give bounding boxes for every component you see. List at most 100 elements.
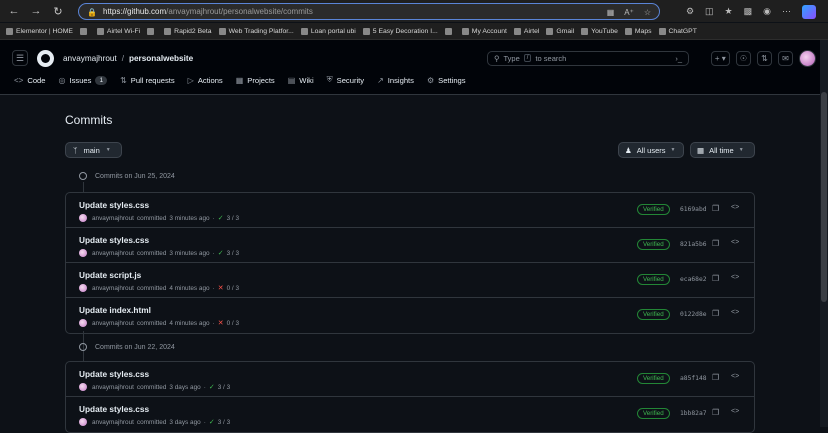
browse-code-icon[interactable]: <>: [731, 373, 739, 380]
browse-code-icon[interactable]: <>: [731, 408, 739, 415]
copy-icon[interactable]: ❐: [712, 239, 719, 248]
all-time-filter[interactable]: ▦ All time ▼: [690, 142, 755, 158]
bookmark-item[interactable]: Rapid2 Beta: [164, 28, 211, 35]
verified-badge[interactable]: Verified: [637, 204, 670, 215]
read-aloud-icon[interactable]: A⁺: [624, 8, 634, 17]
bookmark-item[interactable]: [80, 28, 90, 35]
bookmark-item[interactable]: YouTube: [581, 28, 618, 35]
avatar[interactable]: [79, 249, 87, 257]
refresh-icon[interactable]: ↻: [50, 3, 66, 19]
copilot-icon[interactable]: [802, 5, 816, 19]
settings-more-icon[interactable]: ⋯: [782, 6, 791, 17]
commit-author-link[interactable]: anvaymajhrout: [92, 320, 134, 327]
commit-message-link[interactable]: Update script.js: [79, 270, 141, 280]
search-input[interactable]: ⚲ Type / to search ›_: [487, 51, 689, 66]
menu-icon[interactable]: ☰: [12, 50, 28, 66]
bookmark-item[interactable]: Airtel: [514, 28, 540, 35]
check-icon[interactable]: ✓: [209, 418, 215, 426]
tab-security[interactable]: ⛨Security: [327, 75, 364, 85]
avatar[interactable]: [79, 214, 87, 222]
check-icon[interactable]: ✓: [209, 383, 215, 391]
commit-author-link[interactable]: anvaymajhrout: [92, 215, 134, 222]
check-icon[interactable]: ✓: [218, 214, 224, 222]
commit-sha-link[interactable]: 1bb82a7: [680, 410, 707, 417]
extensions-icon[interactable]: ⚙: [686, 6, 694, 17]
create-new-button[interactable]: + ▾: [711, 51, 730, 66]
commit-author-link[interactable]: anvaymajhrout: [92, 285, 134, 292]
checks-count[interactable]: 3 / 3: [218, 384, 230, 391]
commit-author-link[interactable]: anvaymajhrout: [92, 250, 134, 257]
commit-message-link[interactable]: Update styles.css: [79, 369, 149, 379]
bookmark-item[interactable]: ChatGPT: [659, 28, 697, 35]
bookmark-item[interactable]: [147, 28, 157, 35]
checks-count[interactable]: 0 / 3: [227, 320, 239, 327]
command-palette-icon[interactable]: ›_: [675, 54, 682, 63]
verified-badge[interactable]: Verified: [637, 408, 670, 419]
tab-issues[interactable]: ◎Issues1: [59, 75, 108, 85]
tab-wiki[interactable]: ▤Wiki: [288, 75, 314, 85]
tab-projects[interactable]: ▦Projects: [236, 75, 275, 85]
repo-owner-link[interactable]: anvaymajhrout: [63, 54, 117, 63]
checks-count[interactable]: 3 / 3: [218, 419, 230, 426]
collections-icon[interactable]: ▩: [744, 6, 753, 17]
checks-count[interactable]: 3 / 3: [227, 250, 239, 257]
avatar[interactable]: [799, 50, 816, 67]
commit-author-link[interactable]: anvaymajhrout: [92, 419, 134, 426]
browse-code-icon[interactable]: <>: [731, 309, 739, 316]
inbox-icon[interactable]: ✉: [778, 51, 793, 66]
avatar[interactable]: [79, 284, 87, 292]
bookmark-item[interactable]: 5 Easy Decoration I...: [363, 28, 438, 35]
x-icon[interactable]: ✕: [218, 284, 224, 292]
pull-requests-icon[interactable]: ⇅: [757, 51, 772, 66]
page-scrollbar[interactable]: [820, 40, 828, 427]
browse-code-icon[interactable]: <>: [731, 274, 739, 281]
commit-sha-link[interactable]: a85f148: [680, 375, 707, 382]
repo-name-link[interactable]: personalwebsite: [129, 54, 193, 63]
address-bar[interactable]: 🔒 https://github.com/anvaymajhrout/perso…: [78, 3, 660, 20]
scrollbar-thumb[interactable]: [821, 92, 827, 302]
verified-badge[interactable]: Verified: [637, 373, 670, 384]
github-logo-icon[interactable]: [37, 50, 54, 67]
bookmark-item[interactable]: Gmail: [546, 28, 574, 35]
commit-sha-link[interactable]: eca68e2: [680, 276, 707, 283]
x-icon[interactable]: ✕: [218, 319, 224, 327]
copy-icon[interactable]: ❐: [712, 408, 719, 417]
avatar[interactable]: [79, 319, 87, 327]
split-screen-icon[interactable]: ◫: [705, 6, 714, 17]
bookmark-item[interactable]: Web Trading Platfor...: [219, 28, 294, 35]
bookmark-item[interactable]: Airtel Wi-Fi: [97, 28, 140, 35]
commit-author-link[interactable]: anvaymajhrout: [92, 384, 134, 391]
favorite-star-icon[interactable]: ☆: [644, 8, 651, 17]
favorites-icon[interactable]: ★: [725, 6, 733, 17]
copy-icon[interactable]: ❐: [712, 373, 719, 382]
issues-icon[interactable]: ☉: [736, 51, 751, 66]
bookmark-item[interactable]: Loan portal ubi: [301, 28, 356, 35]
checks-count[interactable]: 3 / 3: [227, 215, 239, 222]
verified-badge[interactable]: Verified: [637, 239, 670, 250]
commit-sha-link[interactable]: 821a5b6: [680, 241, 707, 248]
back-icon[interactable]: ←: [6, 3, 22, 19]
all-users-filter[interactable]: ♟ All users ▼: [618, 142, 684, 158]
tab-pull-requests[interactable]: ⇅Pull requests: [120, 75, 175, 85]
tab-code[interactable]: <>Code: [14, 75, 46, 85]
bookmark-item[interactable]: Maps: [625, 28, 652, 35]
commit-sha-link[interactable]: 6169abd: [680, 206, 707, 213]
commit-message-link[interactable]: Update index.html: [79, 305, 151, 315]
bookmark-item[interactable]: My Account: [462, 28, 507, 35]
commit-message-link[interactable]: Update styles.css: [79, 200, 149, 210]
copy-icon[interactable]: ❐: [712, 274, 719, 283]
bookmark-item[interactable]: [445, 28, 455, 35]
check-icon[interactable]: ✓: [218, 249, 224, 257]
browse-code-icon[interactable]: <>: [731, 204, 739, 211]
verified-badge[interactable]: Verified: [637, 274, 670, 285]
checks-count[interactable]: 0 / 3: [227, 285, 239, 292]
forward-icon[interactable]: →: [28, 3, 44, 19]
vpn-icon[interactable]: ◉: [763, 6, 771, 17]
copy-icon[interactable]: ❐: [712, 204, 719, 213]
commit-sha-link[interactable]: 0122d8e: [680, 311, 707, 318]
verified-badge[interactable]: Verified: [637, 309, 670, 320]
commit-message-link[interactable]: Update styles.css: [79, 404, 149, 414]
copy-icon[interactable]: ❐: [712, 309, 719, 318]
tab-actions[interactable]: ▷Actions: [188, 75, 223, 85]
browse-code-icon[interactable]: <>: [731, 239, 739, 246]
